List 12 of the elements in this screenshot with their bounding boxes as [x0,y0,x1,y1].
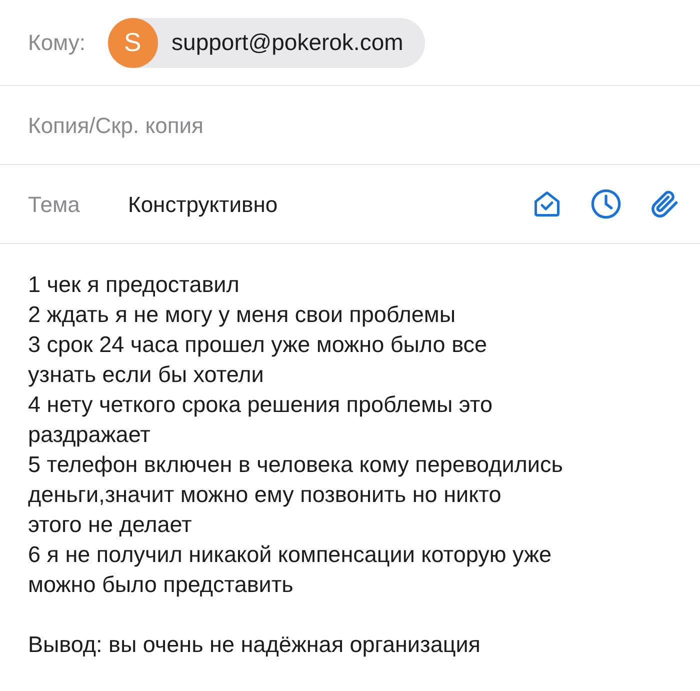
subject-field[interactable]: Конструктивно [128,188,532,220]
paperclip-icon[interactable] [650,189,680,219]
avatar: S [108,18,158,68]
house-check-icon[interactable] [532,189,562,219]
recipient-address: support@pokerok.com [172,28,404,58]
message-paragraph: Вывод: вы очень не надёжная организация [28,631,482,659]
recipient-chip[interactable]: S support@pokerok.com [108,18,426,68]
subject-label: Тема [28,190,81,218]
to-label: Кому: [28,29,86,57]
message-paragraph: 1 чек я предоставил 2 ждать я не могу у меня свои проблемы 3 срок 24 часа прошел уже можно было все узнать если бы хотели 4 нету четкого срока решения проблемы это раздражает 5 телефон включен в человека кому переводились деньги,значит можно ему позвонить но никто этого не делает 6 я не получил никакой компенсации которую уже можно было представить [28,271,564,599]
cc-field[interactable]: Копия/Скр. копия [28,108,628,142]
clock-icon[interactable] [590,188,622,220]
